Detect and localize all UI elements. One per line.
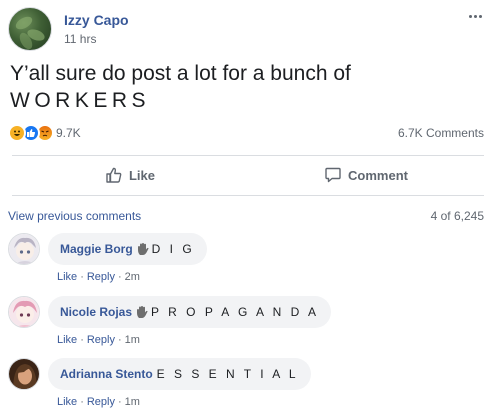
commenter-avatar[interactable] xyxy=(8,296,40,328)
comment-bubble: Adrianna Stento E S S E N T I A L xyxy=(48,358,311,390)
comment-reply-link[interactable]: Reply xyxy=(87,396,115,408)
comment-bubble-icon xyxy=(325,167,341,183)
comments-header: View previous comments 4 of 6,245 xyxy=(8,209,488,225)
reaction-count[interactable]: 9.7K xyxy=(56,126,81,140)
comment-time[interactable]: 1m xyxy=(125,396,140,408)
commenter-name[interactable]: Maggie Borg xyxy=(60,242,133,256)
action-bar: Like Comment xyxy=(12,157,484,193)
view-previous-comments-link[interactable]: View previous comments xyxy=(8,209,141,223)
divider xyxy=(12,195,484,196)
commenter-avatar[interactable] xyxy=(8,358,40,390)
commenter-name[interactable]: Nicole Rojas xyxy=(60,305,132,319)
comment-item: Maggie Borg D I G Like · Reply · 2m xyxy=(8,233,488,289)
comment-meta: Like · Reply · 1m xyxy=(57,396,140,408)
comment-like-link[interactable]: Like xyxy=(57,396,77,408)
comment-like-link[interactable]: Like xyxy=(57,271,77,283)
comment-time[interactable]: 1m xyxy=(125,334,140,346)
comment-button-label: Comment xyxy=(348,167,408,183)
divider xyxy=(12,155,484,156)
post-header: Izzy Capo 11 hrs xyxy=(8,7,488,51)
comment-reply-link[interactable]: Reply xyxy=(87,271,115,283)
more-options-icon[interactable] xyxy=(462,7,488,25)
raised-hand-icon xyxy=(137,306,148,318)
comment-bubble: Nicole Rojas P R O P A G A N D A xyxy=(48,296,331,328)
post-text-line-1: Y’all sure do post a lot for a bunch of xyxy=(10,62,351,85)
comment-like-link[interactable]: Like xyxy=(57,334,77,346)
comment-text: P R O P A G A N D A xyxy=(151,305,319,319)
comment-button[interactable]: Comment xyxy=(248,157,484,193)
author-avatar[interactable] xyxy=(8,7,52,51)
raised-hand-icon xyxy=(137,243,149,255)
post-text-line-2: WORKERS xyxy=(10,89,151,112)
reactions-summary: 9.7K 6.7K Comments xyxy=(8,123,488,143)
like-button-label: Like xyxy=(128,167,155,183)
comment-text: E S S E N T I A L xyxy=(156,367,299,381)
post-author-name[interactable]: Izzy Capo xyxy=(64,12,129,28)
comment-time[interactable]: 2m xyxy=(125,271,140,283)
comment-bubble: Maggie Borg D I G xyxy=(48,233,207,265)
comment-item: Nicole Rojas P R O P A G A N D A Like · Re… xyxy=(8,296,488,352)
post-body: Y’all sure do post a lot for a bunch of … xyxy=(10,60,480,114)
comment-count[interactable]: 6.7K Comments xyxy=(398,126,484,140)
commenter-avatar[interactable] xyxy=(8,233,40,265)
like-button[interactable]: Like xyxy=(12,157,248,193)
thumbs-up-icon xyxy=(106,167,122,183)
comment-text: D I G xyxy=(151,242,195,256)
comment-meta: Like · Reply · 2m xyxy=(57,271,140,283)
comment-item: Adrianna Stento E S S E N T I A L Like · R… xyxy=(8,358,488,413)
post-timestamp[interactable]: 11 hrs xyxy=(64,32,96,46)
commenter-name[interactable]: Adrianna Stento xyxy=(60,367,153,381)
comment-reply-link[interactable]: Reply xyxy=(87,334,115,346)
comment-meta: Like · Reply · 1m xyxy=(57,334,140,346)
haha-reaction-icon xyxy=(8,124,26,142)
comment-pager: 4 of 6,245 xyxy=(430,209,484,223)
